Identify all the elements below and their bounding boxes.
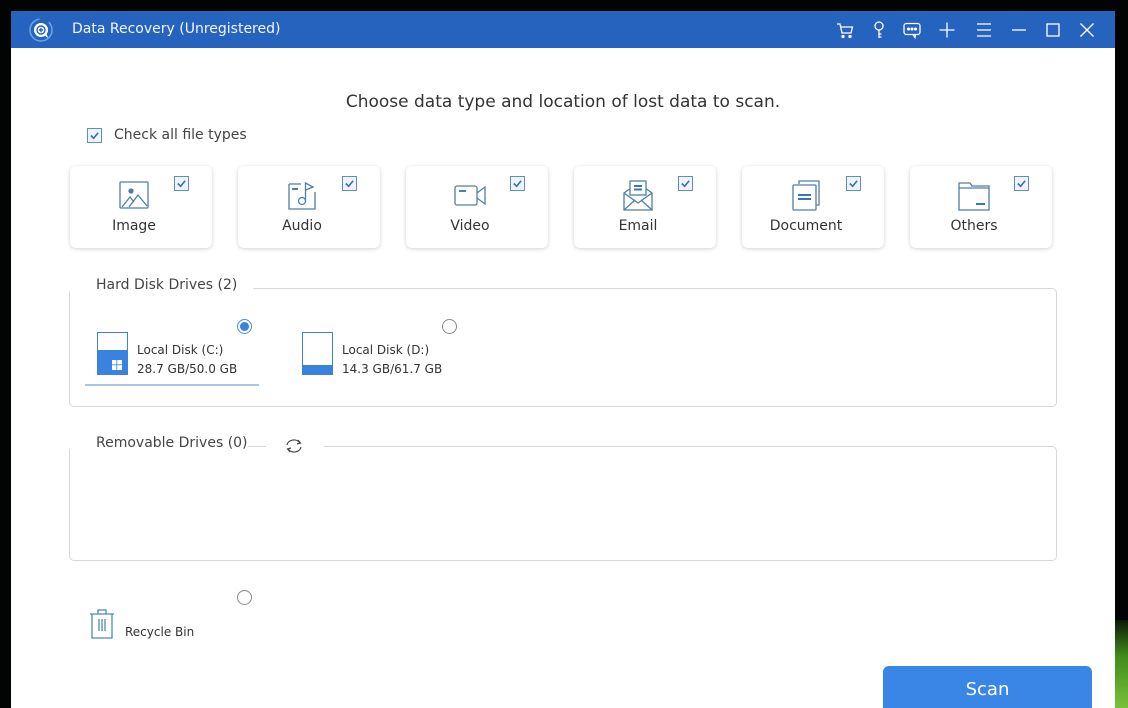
file-type-label: Audio [282, 218, 322, 234]
file-type-image[interactable]: Image [70, 166, 212, 248]
maximize-icon [1046, 23, 1060, 37]
file-type-label: Others [950, 218, 998, 234]
register-button[interactable] [866, 17, 892, 43]
windows-icon [112, 360, 122, 370]
file-type-video[interactable]: Video [406, 166, 548, 248]
maximize-button[interactable] [1040, 17, 1066, 43]
checkmark-icon [90, 131, 99, 139]
scan-button[interactable]: Scan [883, 666, 1092, 708]
menu-button[interactable] [971, 17, 997, 43]
drive-c-radio[interactable] [237, 319, 252, 334]
disk-icon [97, 332, 128, 375]
minimize-button[interactable] [1006, 17, 1032, 43]
checkmark-icon [513, 180, 522, 188]
removable-drives-group: Removable Drives (0) [69, 433, 1057, 561]
drive-name: Local Disk (D:) [342, 343, 430, 357]
app-logo-icon [29, 18, 53, 42]
document-icon [792, 180, 820, 211]
file-type-label: Image [112, 218, 156, 234]
hard-disk-drives-label: Hard Disk Drives (2) [70, 277, 254, 293]
checkmark-icon [681, 180, 690, 188]
checkmark-icon [345, 180, 354, 188]
hard-disk-drives-group: Hard Disk Drives (2) Local Disk (C:) 28.… [69, 277, 1057, 407]
file-type-label: Email [618, 218, 658, 234]
file-type-email[interactable]: Email [574, 166, 716, 248]
trash-icon [90, 609, 114, 639]
checkmark-icon [849, 180, 858, 188]
checkmark-icon [177, 180, 186, 188]
file-type-label: Document [769, 218, 843, 234]
disk-icon [302, 332, 333, 375]
document-checkbox[interactable] [846, 176, 861, 191]
close-button[interactable] [1074, 17, 1100, 43]
checkmark-icon [1017, 180, 1026, 188]
audio-checkbox[interactable] [342, 176, 357, 191]
others-checkbox[interactable] [1014, 176, 1029, 191]
file-type-audio[interactable]: Audio [238, 166, 380, 248]
disk-usage-fill [303, 364, 332, 374]
refresh-icon[interactable] [284, 437, 304, 455]
window-title: Data Recovery (Unregistered) [72, 21, 281, 37]
drive-name: Local Disk (C:) [137, 343, 224, 357]
recycle-bin-radio[interactable] [237, 590, 252, 605]
video-checkbox[interactable] [510, 176, 525, 191]
selected-drive-indicator [85, 384, 259, 386]
check-all-file-types[interactable]: Check all file types [87, 127, 247, 143]
page-heading: Choose data type and location of lost da… [345, 92, 781, 112]
desktop-wallpaper-fragment [1114, 620, 1128, 708]
plus-icon [939, 22, 955, 38]
feedback-button[interactable] [899, 17, 925, 43]
image-checkbox[interactable] [174, 176, 189, 191]
recycle-bin[interactable]: Recycle Bin [89, 608, 229, 644]
disk-usage-fill [98, 350, 127, 374]
minimize-icon [1012, 29, 1026, 31]
refresh-button-wrap [266, 433, 324, 459]
drive-size: 14.3 GB/61.7 GB [342, 362, 443, 376]
image-icon [119, 181, 149, 209]
folder-icon [958, 182, 990, 211]
buy-button[interactable] [832, 17, 858, 43]
email-icon [623, 180, 653, 211]
cart-icon [837, 23, 854, 39]
add-button[interactable] [934, 17, 960, 43]
drive-size: 28.7 GB/50.0 GB [137, 362, 238, 376]
chat-icon [903, 22, 921, 40]
file-type-others[interactable]: Others [910, 166, 1052, 248]
file-type-label: Video [450, 218, 490, 234]
app-window: Data Recovery (Unregistered) Choose data… [11, 11, 1115, 708]
video-icon [454, 185, 486, 206]
drive-c[interactable]: Local Disk (C:) 28.7 GB/50.0 GB [97, 332, 247, 377]
removable-drives-label: Removable Drives (0) [70, 435, 248, 451]
recycle-bin-label: Recycle Bin [125, 625, 195, 639]
email-checkbox[interactable] [678, 176, 693, 191]
menu-icon [977, 23, 991, 37]
check-all-checkbox[interactable] [87, 127, 102, 143]
drive-d[interactable]: Local Disk (D:) 14.3 GB/61.7 GB [302, 332, 452, 377]
audio-icon [288, 181, 316, 210]
title-bar[interactable]: Data Recovery (Unregistered) [11, 11, 1115, 48]
check-all-label: Check all file types [114, 127, 247, 143]
drive-d-radio[interactable] [442, 319, 457, 334]
close-icon [1080, 23, 1094, 37]
key-icon [874, 21, 884, 38]
file-type-document[interactable]: Document [742, 166, 884, 248]
